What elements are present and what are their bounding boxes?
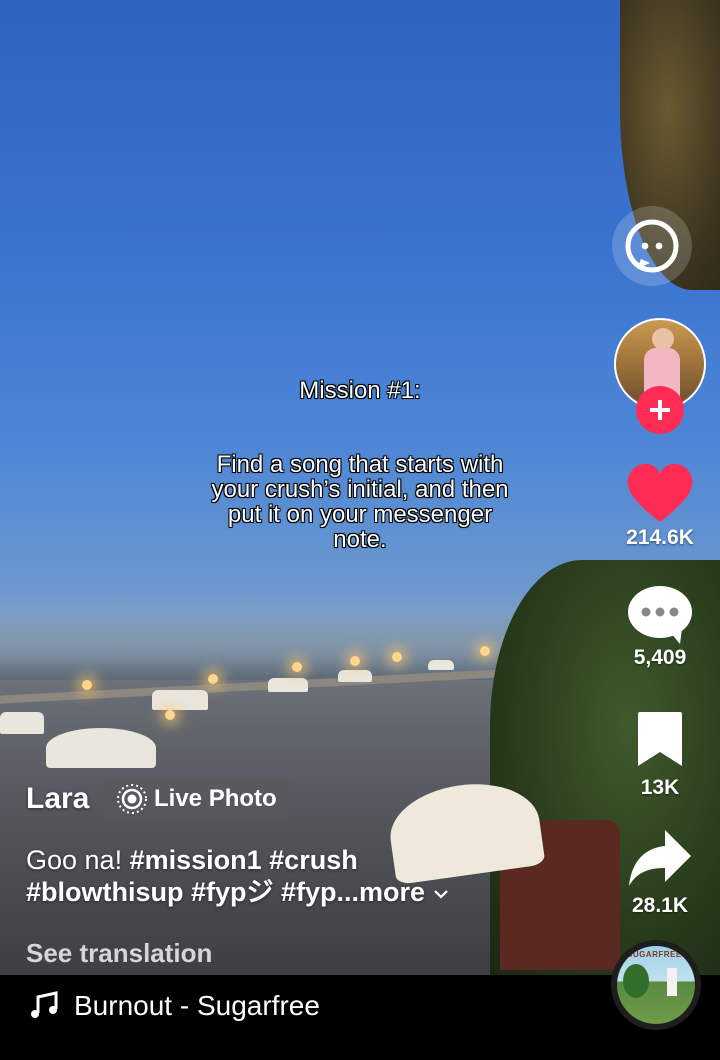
umbrella (338, 670, 372, 682)
lamp (350, 656, 360, 666)
chat-bubble-icon (612, 206, 692, 286)
chevron-down-icon[interactable] (433, 888, 449, 900)
share-button[interactable]: 28.1K (612, 828, 708, 918)
lamp (292, 662, 302, 672)
lamp (82, 680, 92, 690)
lamp (165, 710, 175, 720)
chat-button[interactable] (612, 206, 692, 286)
overlay-body: Find a song that starts with your crush’… (160, 452, 560, 552)
music-disc[interactable]: SUGARFREE (611, 940, 701, 1030)
album-art-text: SUGARFREE (627, 950, 682, 959)
heart-icon (627, 463, 693, 522)
lamp (392, 652, 402, 662)
live-photo-badge[interactable]: Live Photo (106, 778, 289, 820)
overlay-line: your crush’s initial, and then (211, 476, 509, 503)
music-note-icon (31, 991, 58, 1018)
umbrella (428, 660, 454, 670)
save-count: 13K (640, 776, 680, 799)
hashtags[interactable]: #blowthisup #fypジ #fyp (26, 877, 337, 907)
overlay-title: Mission #1: (299, 377, 421, 404)
more-link[interactable]: ...more (337, 877, 426, 907)
live-photo-label: Live Photo (154, 785, 277, 812)
overlay-line: Find a song that starts with (216, 451, 504, 478)
umbrella (152, 690, 208, 710)
share-count: 28.1K (631, 894, 689, 917)
like-count: 214.6K (626, 526, 694, 549)
overlay-line: note. (333, 526, 387, 553)
like-button[interactable]: 214.6K (612, 462, 708, 550)
see-translation-link[interactable]: See translation (26, 938, 212, 969)
save-button[interactable]: 13K (612, 710, 708, 800)
overlay-line: put it on your messenger (227, 501, 493, 528)
share-arrow-icon (629, 830, 691, 886)
album-art: SUGARFREE (617, 946, 695, 1024)
lamp (480, 646, 490, 656)
music-info[interactable]: Burnout - Sugarfree (30, 990, 320, 1022)
follow-plus-icon[interactable] (636, 386, 684, 434)
hashtags[interactable]: #mission1 #crush (130, 845, 358, 875)
umbrella (0, 712, 44, 734)
description-text: Goo na! (26, 845, 123, 875)
comment-button[interactable]: 5,409 (612, 584, 708, 670)
video-description: Goo na! #mission1 #crush #blowthisup #fy… (26, 844, 606, 908)
music-title: Burnout - Sugarfree (74, 990, 320, 1021)
umbrella (268, 678, 308, 692)
creator-username[interactable]: Lara (26, 782, 89, 816)
lamp (208, 674, 218, 684)
comment-icon (628, 586, 692, 644)
comment-count: 5,409 (633, 646, 687, 669)
umbrella (46, 728, 156, 768)
bookmark-icon (638, 712, 682, 766)
live-photo-icon (117, 784, 147, 814)
